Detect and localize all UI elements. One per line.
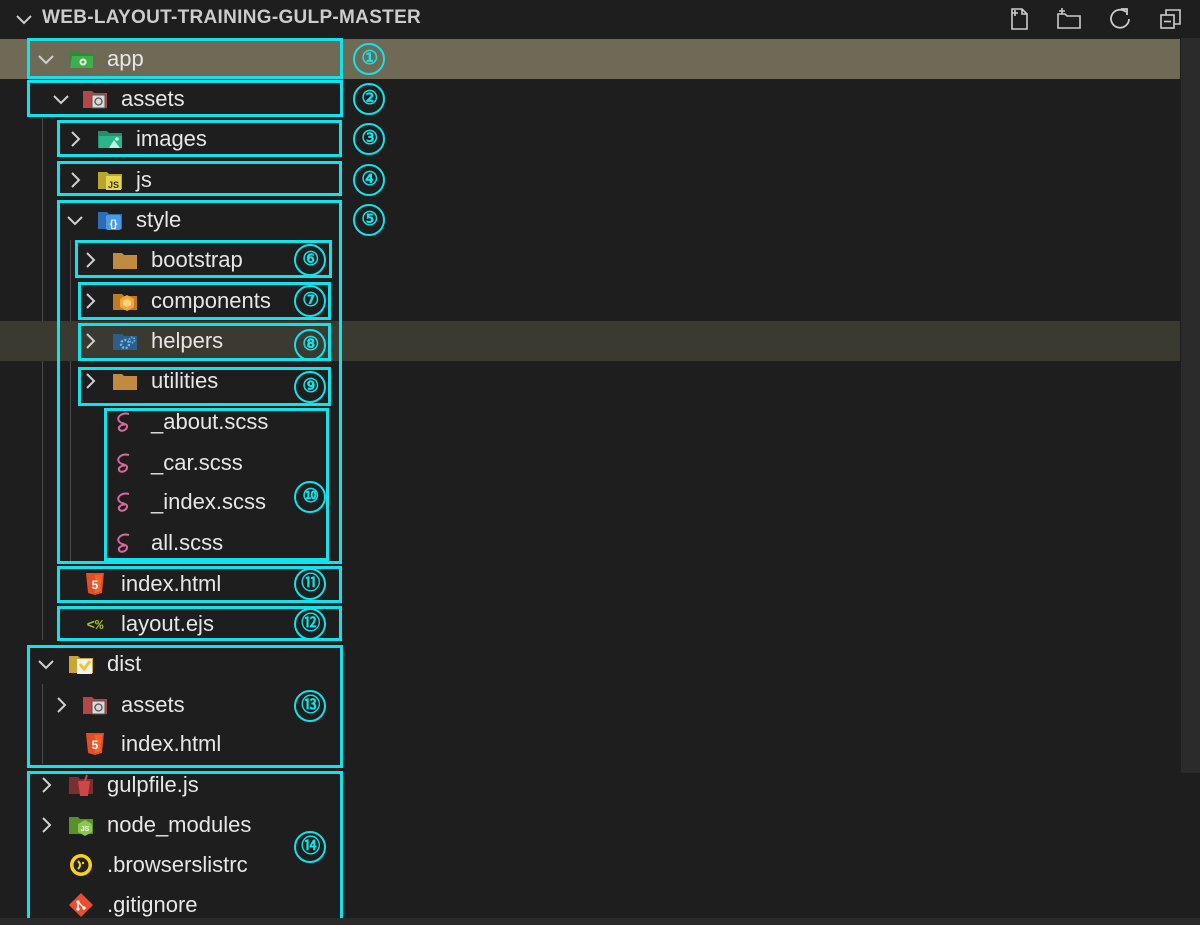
- chevron-down-icon[interactable]: [14, 9, 34, 29]
- annotation-box-4: [57, 161, 342, 196]
- annotation-number: ⑤: [353, 204, 385, 236]
- explorer-title: WEB-LAYOUT-TRAINING-GULP-MASTER: [42, 7, 422, 28]
- annotation-number: ⑧: [294, 329, 326, 361]
- annotation-box-2: [27, 80, 343, 117]
- annotation-number: ⑬: [294, 690, 326, 722]
- explorer-header[interactable]: WEB-LAYOUT-TRAINING-GULP-MASTER: [0, 0, 1200, 38]
- bottom-edge: [0, 918, 1200, 925]
- annotation-number: ⑦: [294, 285, 326, 317]
- scrollbar[interactable]: [1181, 38, 1200, 773]
- annotation-number: ④: [353, 164, 385, 196]
- annotation-number: ⑩: [294, 481, 326, 513]
- collapse-all-icon[interactable]: [1157, 5, 1185, 33]
- annotation-box-3: [57, 120, 342, 157]
- annotation-number: ⑥: [294, 244, 326, 276]
- annotation-number: ⑨: [294, 371, 326, 403]
- annotation-box-10: [104, 408, 329, 561]
- annotation-box-8: [78, 323, 331, 361]
- annotation-number: ⑭: [294, 831, 326, 863]
- refresh-icon[interactable]: [1106, 5, 1134, 33]
- annotation-number: ⑪: [294, 568, 326, 600]
- annotation-number: ③: [353, 123, 385, 155]
- annotation-box-1: [27, 38, 343, 79]
- new-file-icon[interactable]: [1005, 5, 1033, 33]
- annotation-number: ①: [353, 43, 385, 75]
- annotation-number: ⑫: [294, 608, 326, 640]
- new-folder-icon[interactable]: [1055, 5, 1083, 33]
- annotation-number: ②: [353, 83, 385, 115]
